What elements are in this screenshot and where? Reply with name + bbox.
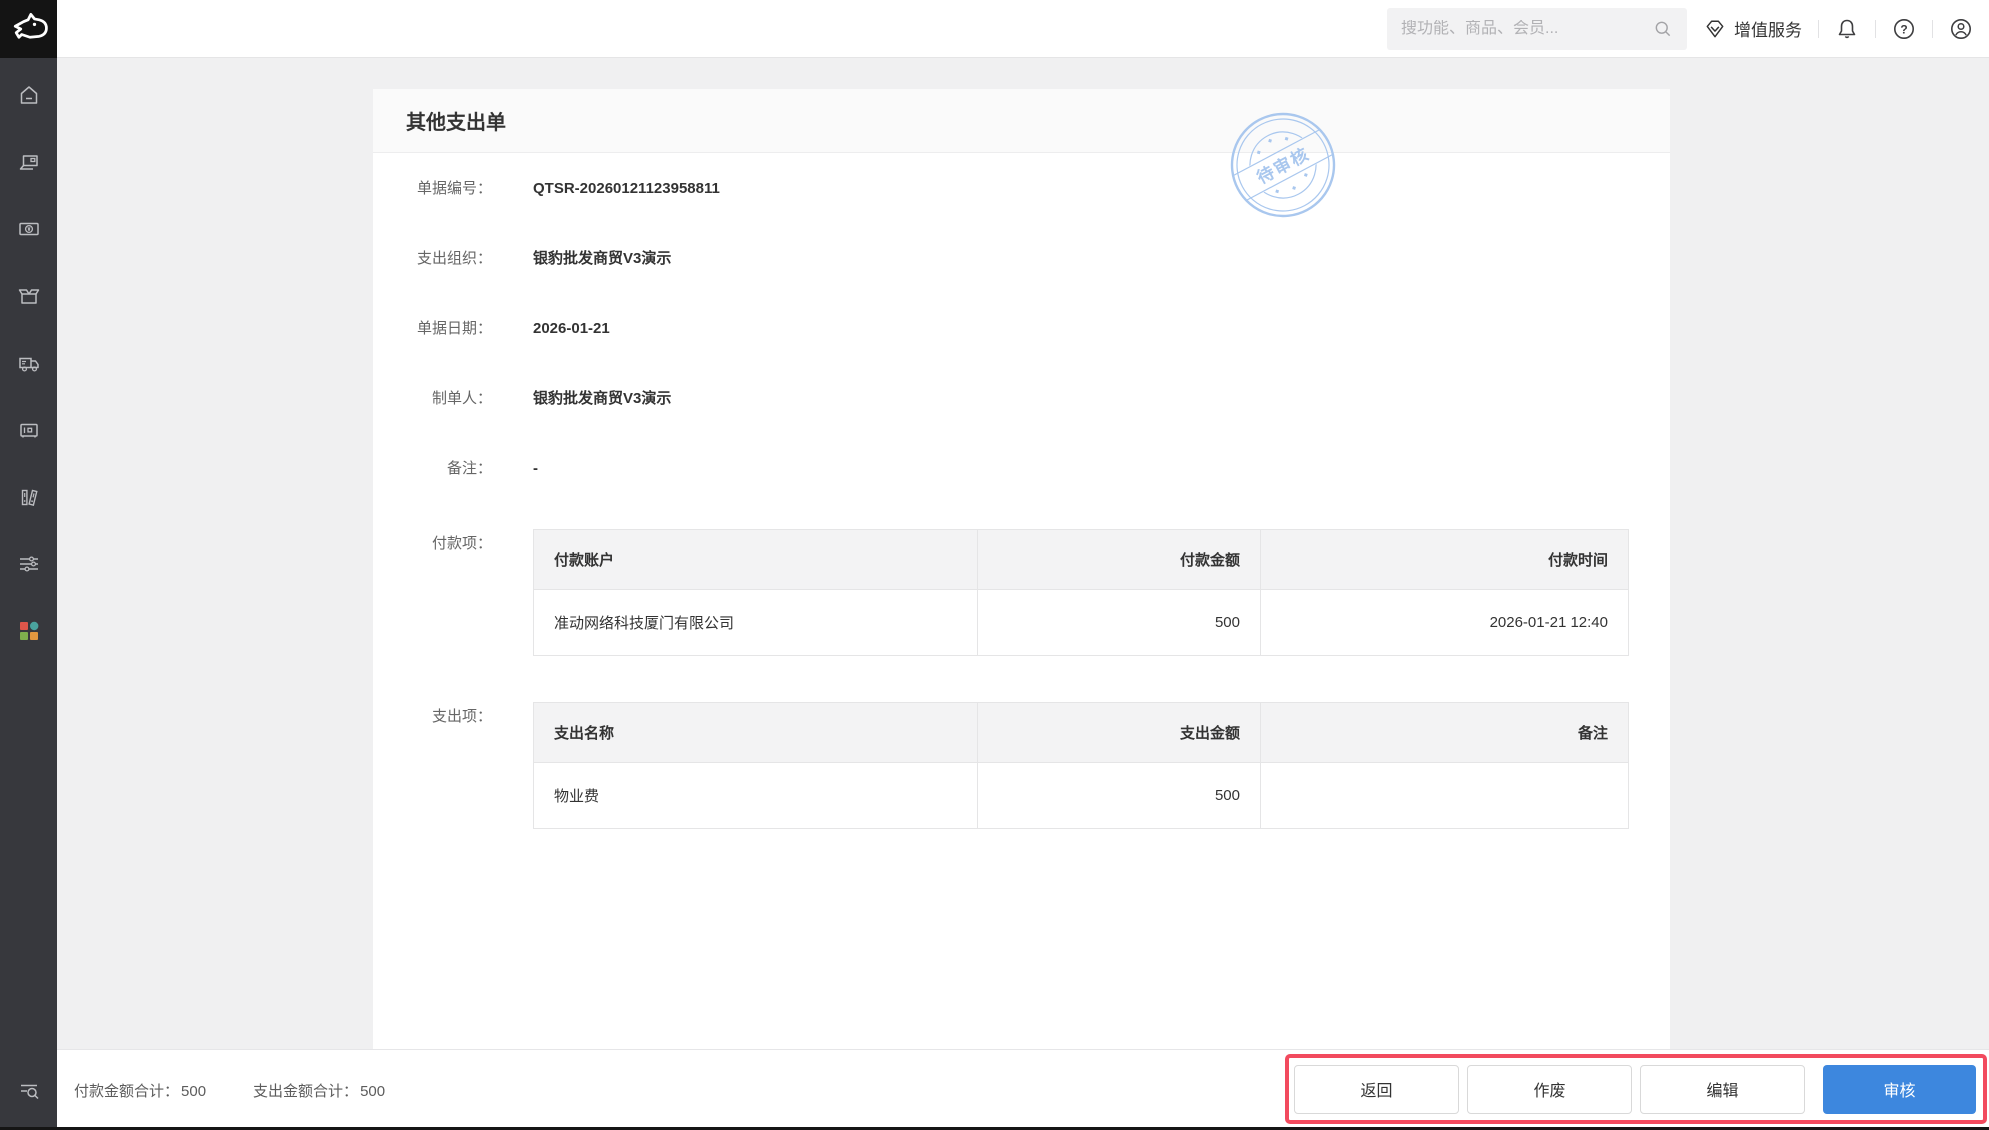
field-creator: 制单人： 银豹批发商贸V3演示 [373,389,1670,408]
field-label: 单据日期： [416,320,492,337]
payment-total-value: 500 [181,1082,207,1100]
value-added-services[interactable]: 增值服务 [1703,16,1802,41]
field-value: 银豹批发商贸V3演示 [533,250,672,267]
payment-amount-cell: 500 [977,589,1261,656]
void-button[interactable]: 作废 [1467,1064,1632,1114]
top-bar: 增值服务 ? [0,0,1989,58]
divider [1818,19,1819,38]
field-bill-date: 单据日期： 2026-01-21 [373,319,1670,338]
payment-items-section: 付款项： 付款账户 付款金额 付款时间 准动网络科技厦门有限公司 500 202… [373,529,1670,656]
expense-detail-card: 其他支出单 待审核 单据编号： QTSR-20260121123958811 支… [373,89,1670,1049]
table-header-row: 支出名称 支出金额 备注 [533,702,1629,763]
section-label: 付款项： [431,535,492,552]
expense-amount-cell: 500 [977,762,1261,829]
field-expense-org: 支出组织： 银豹批发商贸V3演示 [373,249,1670,268]
help-icon: ? [1894,18,1914,39]
field-label: 支出组织： [416,250,492,267]
footer-action-bar: 付款金额合计： 500 支出金额合计： 500 返回 作废 编辑 审核 [57,1049,1989,1130]
card-header: 其他支出单 [373,89,1670,153]
table-row: 物业费 500 [533,762,1629,829]
column-header: 支出金额 [977,702,1261,763]
payment-account-cell: 准动网络科技厦门有限公司 [533,589,978,656]
payment-total-label: 付款金额合计： [74,1082,180,1100]
payment-total: 付款金额合计： 500 [72,1080,206,1101]
expense-total-label: 支出金额合计： [253,1082,359,1100]
column-header: 支出名称 [533,702,978,763]
expense-name-cell: 物业费 [533,762,978,829]
hardware-icon[interactable] [17,418,41,442]
expense-total: 支出金额合计： 500 [251,1080,385,1101]
notifications-button[interactable] [1835,17,1859,41]
delivery-icon[interactable] [17,351,41,375]
column-header: 备注 [1260,702,1629,763]
payment-time-cell: 2026-01-21 12:40 [1260,589,1629,656]
pos-terminal-icon[interactable] [17,150,41,174]
field-value: 2026-01-21 [533,320,610,337]
column-header: 付款账户 [533,529,978,590]
expense-items-table: 支出名称 支出金额 备注 物业费 500 [533,702,1629,829]
find-function-icon[interactable] [17,1078,41,1102]
svg-text:?: ? [1900,22,1907,36]
column-header: 付款时间 [1260,529,1629,590]
products-icon[interactable] [17,284,41,308]
left-sidebar-nav [0,58,57,1130]
field-value: QTSR-20260121123958811 [533,180,720,197]
section-label: 支出项： [431,708,492,725]
bell-icon [1838,19,1856,38]
field-label: 备注： [446,460,492,477]
field-remark: 备注： - [373,459,1670,478]
expense-remark-cell [1260,762,1629,829]
apps-icon[interactable] [17,619,41,643]
help-button[interactable]: ? [1892,17,1916,41]
ledger-icon[interactable] [17,485,41,509]
account-button[interactable] [1949,17,1973,41]
field-label: 单据编号： [416,180,492,197]
expense-total-value: 500 [360,1082,386,1100]
table-row: 准动网络科技厦门有限公司 500 2026-01-21 12:40 [533,589,1629,656]
account-icon [1951,18,1971,39]
finance-icon[interactable] [17,217,41,241]
expense-items-section: 支出项： 支出名称 支出金额 备注 物业费 500 [373,702,1670,829]
field-value: 银豹批发商贸V3演示 [533,390,672,407]
vas-label: 增值服务 [1734,21,1802,40]
column-header: 付款金额 [977,529,1261,590]
payment-items-table: 付款账户 付款金额 付款时间 准动网络科技厦门有限公司 500 2026-01-… [533,529,1629,656]
page-title: 其他支出单 [406,112,506,134]
search-input[interactable] [1401,19,1653,38]
pending-review-stamp: 待审核 [1230,112,1336,218]
gem-icon [1706,20,1724,37]
highlight-annotation: 返回 作废 编辑 审核 [1285,1054,1987,1124]
global-search[interactable] [1387,7,1687,50]
back-button[interactable]: 返回 [1294,1064,1459,1114]
home-icon[interactable] [17,83,41,107]
totals: 付款金额合计： 500 支出金额合计： 500 [72,1080,385,1101]
divider [1875,19,1876,38]
divider [1932,19,1933,38]
edit-button[interactable]: 编辑 [1640,1064,1805,1114]
search-icon[interactable] [1653,19,1673,39]
audit-button[interactable]: 审核 [1823,1064,1976,1114]
field-label: 制单人： [431,390,492,407]
field-bill-number: 单据编号： QTSR-20260121123958811 [373,179,1670,198]
pospal-logo[interactable] [0,0,57,58]
field-value: - [533,460,538,477]
table-header-row: 付款账户 付款金额 付款时间 [533,529,1629,590]
leopard-logo-icon [13,12,48,39]
settings-icon[interactable] [17,552,41,576]
